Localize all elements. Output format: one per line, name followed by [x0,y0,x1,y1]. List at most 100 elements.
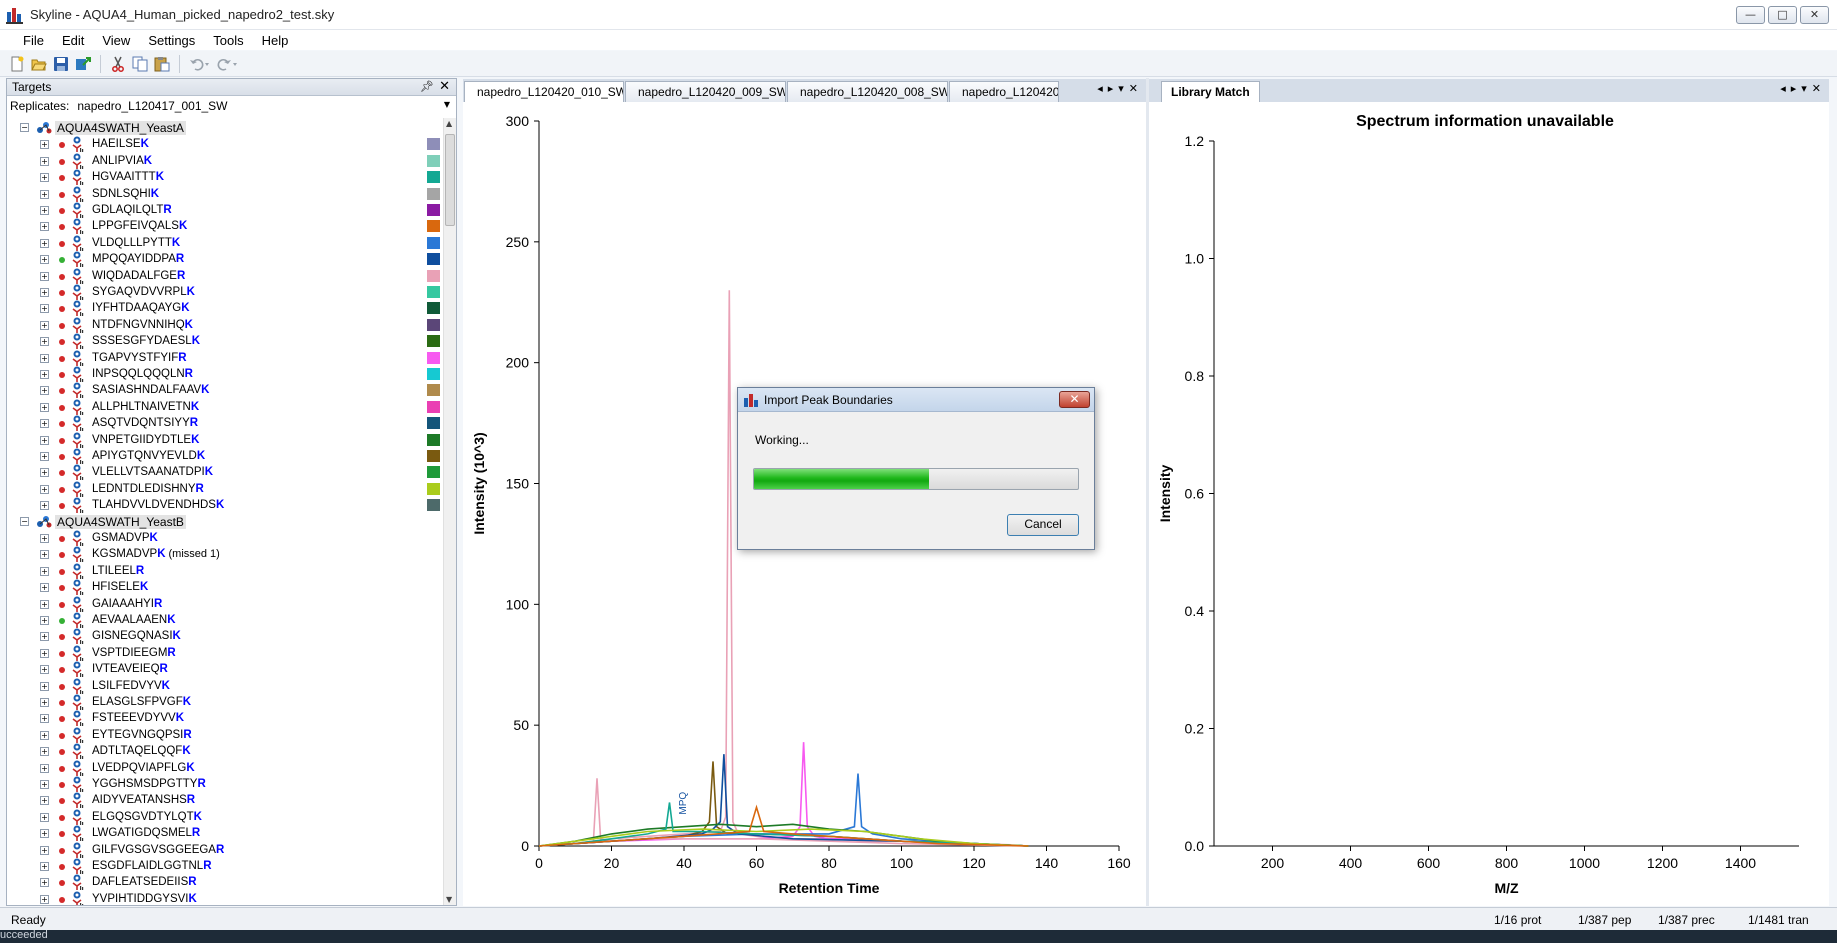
peptide-node[interactable]: + YGGHSMSDPGTTYR [7,776,444,792]
peptide-node[interactable]: + FSTEEEVDYVVK [7,710,444,727]
expand-icon[interactable]: + [40,812,49,822]
protein-node[interactable]: − AQUA4SWATH_YeastB [7,514,444,530]
menu-file[interactable]: File [14,33,53,48]
replicates-selector[interactable]: Replicates: napedro_L120417_001_SW ▼ [7,96,456,116]
peptide-node[interactable]: + LSILFEDVYVK [7,678,444,694]
expand-icon[interactable]: + [40,206,49,215]
peptide-node[interactable]: + SDNLSQHIK [7,186,444,202]
peptide-sequence[interactable]: ADTLTAQELQQFK [92,745,191,757]
peptide-sequence[interactable]: ANLIPVIAK [92,155,152,167]
peptide-sequence[interactable]: GILFVGSGVSGGEEGAR [92,844,224,856]
peptide-sequence[interactable]: WIQDADALFGER [92,270,185,282]
expand-icon[interactable]: + [40,616,49,625]
peptide-sequence[interactable]: ELGQSGVDTYLQTK [92,811,202,823]
menu-settings[interactable]: Settings [139,33,204,48]
peptide-sequence[interactable]: LSILFEDVYVK [92,680,170,692]
peptide-sequence[interactable]: KGSMADVPK (missed 1) [92,548,220,560]
peptide-sequence[interactable]: DAFLEATSEDEIISR [92,876,197,888]
peptide-node[interactable]: + MPQQAYIDDPAR [7,251,444,268]
new-icon[interactable] [9,56,25,72]
peptide-sequence[interactable]: LWGATIGDQSMELR [92,827,200,839]
tab-replicate-009[interactable]: napedro_L120420_009_SW [625,81,786,102]
peptide-node[interactable]: + ASQTVDQNTSIYYR [7,415,444,432]
peptide-sequence[interactable]: SYGAQVDVVRPLK [92,286,195,298]
peptide-sequence[interactable]: GDLAQILQLTR [92,204,172,216]
peptide-sequence[interactable]: TLAHDVVLDVENDHDSK [92,499,224,511]
targets-scrollbar[interactable]: ▲ ▼ [443,118,456,905]
peptide-node[interactable]: + KGSMADVPK (missed 1) [7,546,444,563]
copy-icon[interactable] [132,56,148,72]
peptide-node[interactable]: + GDLAQILQLTR [7,202,444,218]
peptide-sequence[interactable]: VSPTDIEEGMR [92,647,176,659]
menu-tools[interactable]: Tools [204,33,252,48]
peptide-node[interactable]: + LVEDPQVIAPFLGK [7,760,444,776]
peptide-node[interactable]: + NTDFNGVNNIHQK [7,317,444,333]
peptide-sequence[interactable]: VNPETGIIDYDTLEK [92,434,199,446]
cut-icon[interactable] [110,56,126,72]
peptide-sequence[interactable]: IYFHTDAAQAYGK [92,302,190,314]
peptide-node[interactable]: + ELASGLSFPVGFK [7,694,444,710]
tab-replicate-010[interactable]: napedro_L120420_010_SW [464,81,624,102]
expand-icon[interactable]: + [40,304,49,314]
scroll-up-icon[interactable]: ▲ [446,119,452,128]
close-tab-icon[interactable]: ✕ [1812,82,1821,95]
expand-icon[interactable]: + [40,894,49,904]
peptide-node[interactable]: + TLAHDVVLDVENDHDSK [7,497,444,514]
peptide-sequence[interactable]: YVPIHTIDDGYSVIK [92,893,197,905]
peptide-node[interactable]: + GILFVGSGVSGGEEGAR [7,842,444,858]
peptide-sequence[interactable]: ELASGLSFPVGFK [92,696,191,708]
peptide-sequence[interactable]: AEVAALAAENK [92,614,176,626]
expand-icon[interactable]: + [40,501,49,511]
redo-icon[interactable] [217,56,237,72]
peptide-node[interactable]: + ANLIPVIAK [7,153,444,169]
expand-icon[interactable]: + [40,156,49,166]
peptide-sequence[interactable]: ESGDFLAIDLGGTNLR [92,860,212,872]
maximize-button[interactable]: □ [1768,6,1797,24]
tab-replicate-008[interactable]: napedro_L120420_008_SW [787,81,948,102]
undo-icon[interactable] [189,56,209,72]
expand-icon[interactable]: + [40,632,49,642]
collapse-icon[interactable]: − [20,516,29,526]
peptide-sequence[interactable]: INPSQQLQQQLNR [92,368,193,380]
expand-icon[interactable]: + [40,320,49,330]
expand-icon[interactable]: + [40,599,49,609]
paste-icon[interactable] [154,56,170,72]
expand-icon[interactable]: + [40,370,49,379]
peptide-sequence[interactable]: NTDFNGVNNIHQK [92,319,193,331]
peptide-node[interactable]: + GISNEGQNASIK [7,628,444,645]
peptide-sequence[interactable]: VLELLVTSAANATDPIK [92,466,213,478]
expand-icon[interactable]: + [40,173,49,183]
peptide-sequence[interactable]: HAEILSEK [92,138,149,150]
expand-icon[interactable]: + [40,878,49,888]
expand-icon[interactable]: + [40,435,49,445]
peptide-sequence[interactable]: ALLPHLTNAIVETNK [92,401,199,413]
expand-icon[interactable]: + [40,747,49,757]
expand-icon[interactable]: + [40,386,49,396]
save-icon[interactable] [53,56,69,72]
peptide-node[interactable]: + VLDQLLLPYTTK [7,235,444,251]
peptide-node[interactable]: + HFISELEK [7,579,444,596]
peptide-sequence[interactable]: HGVAAITTTK [92,171,164,183]
expand-icon[interactable]: + [40,845,49,855]
close-panel-icon[interactable]: ✕ [439,79,450,94]
peptide-node[interactable]: + SASIASHNDALFAAVK [7,382,444,399]
expand-icon[interactable]: + [40,468,49,478]
expand-icon[interactable]: + [40,189,49,199]
expand-icon[interactable]: + [40,862,49,871]
tab-list-icon[interactable]: ▾ [1801,82,1807,95]
expand-icon[interactable]: + [40,780,49,789]
tab-replicate-007[interactable]: napedro_L120420_0 [949,81,1059,102]
peptide-node[interactable]: + AEVAALAAENK [7,612,444,628]
peptide-sequence[interactable]: LEDNTDLEDISHNYR [92,483,204,495]
expand-icon[interactable]: + [40,566,49,576]
peptide-node[interactable]: + AIDYVEATANSHSR [7,792,444,809]
peptide-node[interactable]: + IVTEAVEIEQR [7,661,444,678]
peptide-sequence[interactable]: LTILEELR [92,565,144,577]
peptide-node[interactable]: + IYFHTDAAQAYGK [7,300,444,317]
publish-icon[interactable] [75,56,91,72]
expand-icon[interactable]: + [40,452,49,461]
peptide-sequence[interactable]: EYTEGVNGQPSIR [92,729,192,741]
protein-name[interactable]: AQUA4SWATH_YeastB [55,514,186,529]
spectrum-chart[interactable]: Spectrum information unavailable 0.0 0.2 0.… [1149,102,1829,906]
peptide-sequence[interactable]: HFISELEK [92,581,148,593]
